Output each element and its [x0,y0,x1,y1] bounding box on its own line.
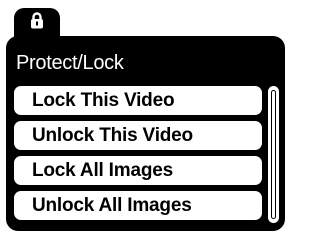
lock-this-video-item[interactable]: Lock This Video [14,86,262,115]
lock-icon [30,12,44,34]
scrollbar[interactable] [268,86,279,223]
lock-all-images-item[interactable]: Lock All Images [14,156,262,185]
unlock-this-video-item[interactable]: Unlock This Video [14,121,262,150]
protect-lock-menu: Protect/Lock Lock This Video Unlock This… [6,36,285,231]
menu-list: Lock This Video Unlock This Video Lock A… [14,86,262,226]
unlock-all-images-item[interactable]: Unlock All Images [14,191,262,220]
menu-title: Protect/Lock [16,52,124,74]
scrollbar-thumb[interactable] [271,90,276,219]
menu-tab [14,8,60,38]
